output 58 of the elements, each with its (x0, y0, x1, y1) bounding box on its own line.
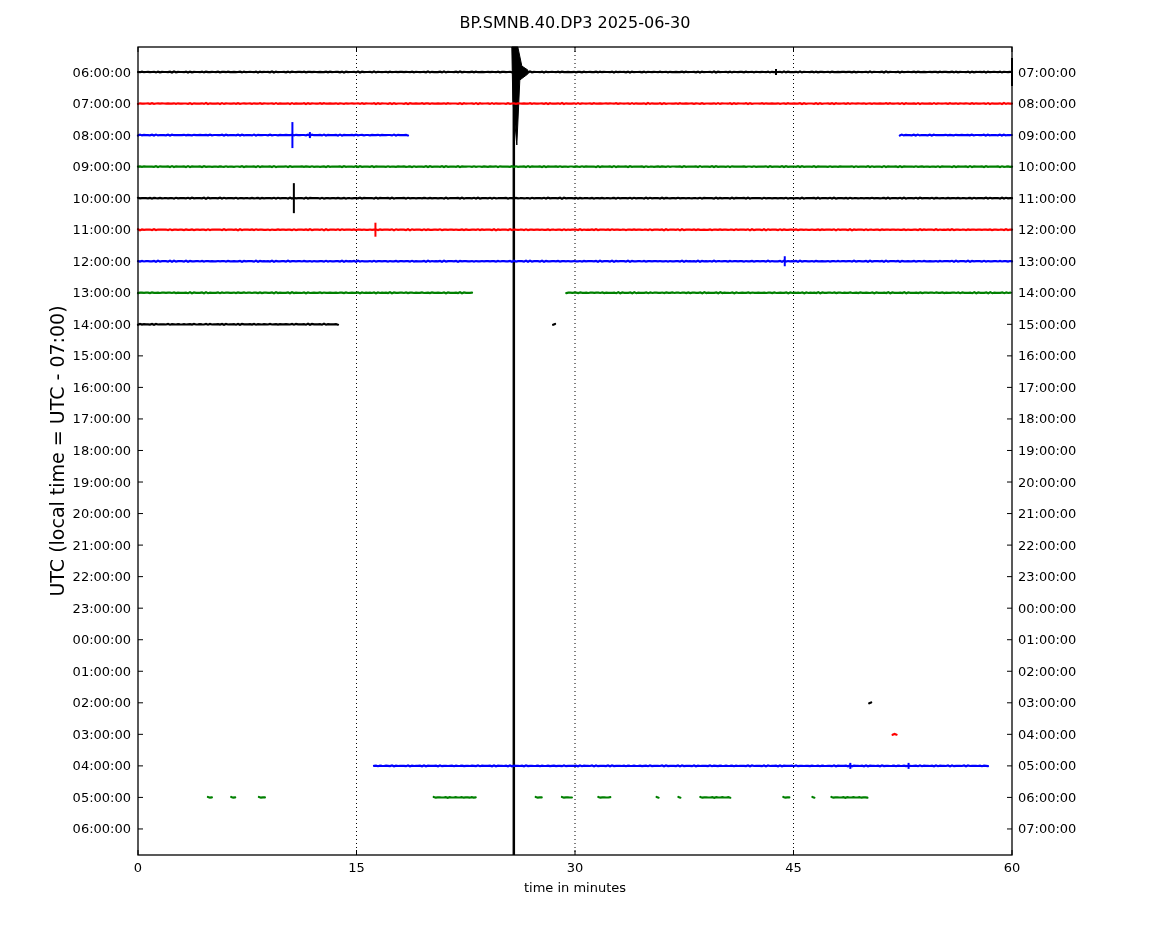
axis-tick-label: 0 (133, 859, 143, 875)
time-label: 07:00:00 (72, 96, 131, 112)
time-label: 08:00:00 (72, 127, 131, 143)
axis-tick-label: 30 (566, 859, 584, 875)
time-label: 07:00:00 (1018, 821, 1077, 837)
time-label: 19:00:00 (1018, 443, 1077, 458)
time-label: 23:00:00 (72, 600, 131, 616)
time-label: 00:00:00 (72, 632, 131, 648)
time-label: 04:00:00 (1018, 726, 1077, 742)
time-label: 01:00:00 (72, 663, 131, 679)
time-label: 22:00:00 (1018, 537, 1077, 553)
time-label: 02:00:00 (72, 695, 131, 711)
time-label: 15:00:00 (72, 348, 131, 364)
time-label: 02:00:00 (1018, 663, 1077, 679)
axis-label: UTC (local time = UTC - 07:00) (46, 305, 68, 597)
time-label: 17:00:00 (72, 411, 131, 427)
time-label: 10:00:00 (72, 190, 131, 206)
time-label: 03:00:00 (72, 726, 131, 742)
time-label: 15:00:00 (1018, 316, 1077, 332)
time-label: 05:00:00 (72, 789, 131, 805)
time-label: 08:00:00 (1018, 96, 1077, 112)
time-label: 14:00:00 (72, 316, 131, 332)
chart-title: BP.SMNB.40.DP3 2025-06-30 (459, 12, 691, 32)
axis-label: time in minutes (523, 879, 627, 895)
time-label: 13:00:00 (1018, 253, 1077, 269)
time-label: 06:00:00 (72, 64, 131, 80)
time-label: 14:00:00 (1018, 285, 1077, 301)
time-label: 00:00:00 (1018, 600, 1077, 616)
axis-tick-label: 60 (1003, 859, 1021, 875)
time-label: 17:00:00 (1018, 379, 1077, 395)
time-label: 09:00:00 (72, 159, 131, 175)
time-label: 06:00:00 (1018, 789, 1077, 805)
axis-tick-label: 45 (785, 859, 802, 875)
time-label: 13:00:00 (72, 285, 131, 301)
time-label: 18:00:00 (1018, 411, 1077, 427)
time-label: 16:00:00 (72, 379, 131, 395)
time-label: 21:00:00 (1018, 506, 1077, 522)
axis-tick-label: 15 (348, 859, 365, 875)
time-label: 10:00:00 (1018, 159, 1077, 175)
time-label: 18:00:00 (72, 443, 131, 458)
time-label: 03:00:00 (1018, 695, 1077, 711)
time-label: 01:00:00 (1018, 632, 1077, 648)
time-label: 05:00:00 (1018, 758, 1077, 774)
time-label: 22:00:00 (72, 569, 131, 585)
time-label: 19:00:00 (72, 474, 131, 490)
time-label: 20:00:00 (1018, 474, 1077, 490)
time-label: 04:00:00 (72, 758, 131, 774)
time-label: 12:00:00 (1018, 222, 1077, 238)
time-label: 12:00:00 (72, 253, 131, 269)
time-label: 16:00:00 (1018, 348, 1077, 364)
time-label: 21:00:00 (72, 537, 131, 553)
time-label: 11:00:00 (1018, 190, 1077, 206)
time-label: 23:00:00 (1018, 569, 1077, 585)
time-label: 20:00:00 (72, 506, 131, 522)
time-label: 11:00:00 (72, 222, 131, 238)
time-label: 06:00:00 (72, 821, 131, 837)
time-label: 09:00:00 (1018, 127, 1077, 143)
time-label: 07:00:00 (1018, 64, 1077, 80)
